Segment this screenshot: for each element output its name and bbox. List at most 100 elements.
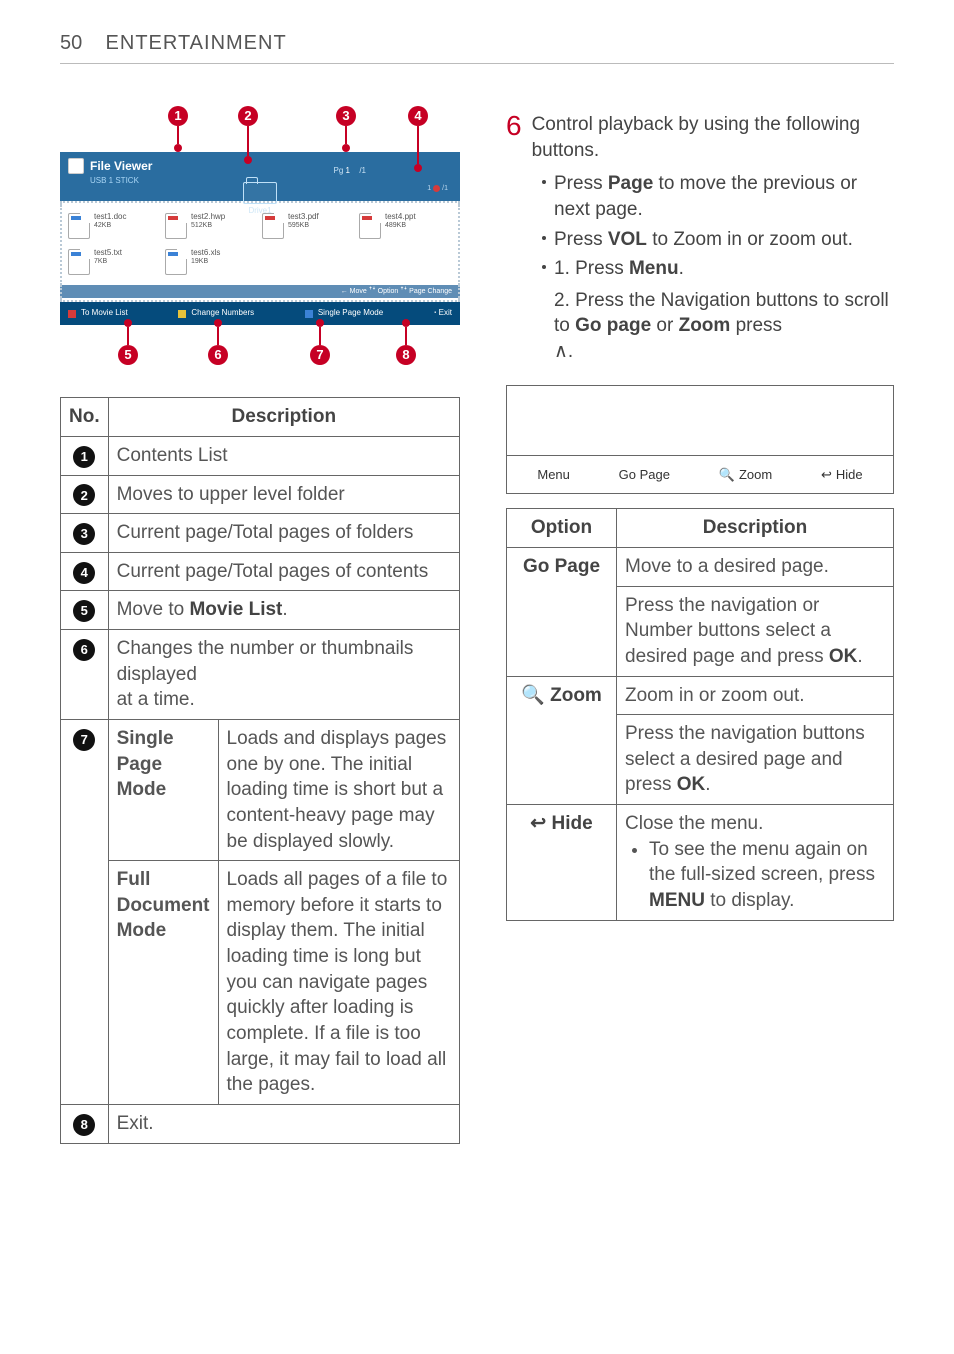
file-text: test1.doc42KB [94, 213, 126, 229]
mode-name: Full Document Mode [108, 861, 218, 1105]
fv-footer-change-numbers[interactable]: Change Numbers [178, 308, 254, 319]
blue-swatch-icon [305, 310, 313, 318]
file-text: test2.hwp512KB [191, 213, 225, 229]
step-text: Control playback by using the following … [532, 112, 894, 163]
num-badge-icon: 4 [73, 562, 95, 584]
bullet-page: Press Page to move the previous or next … [542, 171, 894, 222]
bullet-icon [542, 180, 546, 184]
opt-desc: Close the menu. To see the menu again on… [617, 805, 894, 921]
page-header: 50 ENTERTAINMENT [60, 30, 894, 64]
menu-item-zoom[interactable]: 🔍 Zoom [719, 466, 772, 484]
callout-dot: 8 [396, 345, 416, 365]
menu-item-menu[interactable]: Menu [537, 466, 570, 484]
up-arrow-icon: ∧ [554, 339, 568, 365]
file-item[interactable]: test6.xls19KB [165, 249, 258, 275]
num-badge-icon: 6 [73, 639, 95, 661]
opt-zoom: 🔍 Zoom [507, 676, 617, 805]
callout-2: 2 [238, 106, 258, 164]
legend-head-desc: Description [108, 398, 459, 437]
fv-file-grid: test1.doc42KB test2.hwp512KB test3.pdf595K… [60, 205, 460, 285]
file-text: test5.txt7KB [94, 249, 122, 265]
bullet-icon [542, 265, 546, 269]
page-number: 50 [60, 32, 82, 54]
menu-item-go-page[interactable]: Go Page [619, 466, 670, 484]
legend-row-text: Changes the number or thumbnails display… [108, 630, 459, 720]
file-icon [68, 213, 90, 239]
legend-row-text: Exit. [108, 1104, 459, 1143]
legend-row-text: Current page/Total pages of folders [108, 514, 459, 553]
file-icon [165, 213, 187, 239]
num-badge-icon: 3 [73, 523, 95, 545]
file-item[interactable]: test3.pdf595KB [262, 213, 355, 239]
fv-pager: ← Move ꜛꜜ Option ꜛꜜ Page Change [60, 285, 460, 298]
file-item[interactable]: test4.ppt489KB [359, 213, 452, 239]
fv-footer-exit[interactable]: ꞏ Exit [434, 308, 452, 319]
file-icon [359, 213, 381, 239]
callout-5: 5 [118, 319, 138, 365]
legend-row-text: Moves to upper level folder [108, 475, 459, 514]
callout-6: 6 [208, 319, 228, 365]
num-badge-icon: 7 [73, 729, 95, 751]
file-icon [165, 249, 187, 275]
callout-1: 1 [168, 106, 188, 152]
step-6: 6 Control playback by using the followin… [506, 112, 894, 163]
opt-desc: Move to a desired page. [617, 547, 894, 586]
fv-header: File Viewer USB 1 STICK Drive1 Pg 1 /1 1… [60, 152, 460, 201]
callout-dot: 4 [408, 106, 428, 126]
file-item[interactable]: test1.doc42KB [68, 213, 161, 239]
opt-desc: Press the navigation buttons select a de… [617, 715, 894, 805]
menu-bar-screenshot: Menu Go Page 🔍 Zoom ↩ Hide [506, 385, 894, 495]
legend-row-text: Contents List [108, 436, 459, 475]
legend-head-no: No. [61, 398, 109, 437]
callout-dot: 5 [118, 345, 138, 365]
folder-icon [243, 182, 277, 204]
zoom-icon: 🔍 [719, 466, 735, 484]
yellow-swatch-icon [178, 310, 186, 318]
hide-icon: ↩ [821, 466, 832, 484]
file-item[interactable]: test2.hwp512KB [165, 213, 258, 239]
file-text: test4.ppt489KB [385, 213, 416, 229]
callout-dot: 1 [168, 106, 188, 126]
red-swatch-icon [68, 310, 76, 318]
bullet-menu: 1. Press Menu. 2. Press the Navigation b… [542, 256, 894, 371]
callout-dot: 2 [238, 106, 258, 126]
file-icon [262, 213, 284, 239]
num-badge-icon: 1 [73, 446, 95, 468]
bullet-vol: Press VOL to Zoom in or zoom out. [542, 227, 894, 253]
fv-title: File Viewer [90, 158, 152, 174]
opt-desc: Press the navigation or Number buttons s… [617, 586, 894, 676]
mode-desc: Loads all pages of a file to memory befo… [218, 861, 460, 1105]
zoom-icon: 🔍 [521, 685, 545, 706]
num-badge-icon: 2 [73, 484, 95, 506]
file-text: test6.xls19KB [191, 249, 220, 265]
file-icon [68, 249, 90, 275]
mode-name: Single Page Mode [108, 719, 218, 860]
section-title: ENTERTAINMENT [106, 32, 287, 54]
step-number: 6 [506, 112, 522, 163]
fv-pg-indicator: 1/1 [427, 184, 448, 193]
callout-4: 4 [408, 106, 428, 172]
num-badge-icon: 5 [73, 600, 95, 622]
options-table: Option Description Go Page Move to a des… [506, 508, 894, 920]
mode-desc: Loads and displays pages one by one. The… [218, 719, 460, 860]
callout-dot: 3 [336, 106, 356, 126]
legend-table: No. Description 1 Contents List 2 Moves to … [60, 397, 460, 1143]
fv-drive[interactable]: Drive1 [243, 182, 277, 217]
menu-item-hide[interactable]: ↩ Hide [821, 466, 863, 484]
callout-7: 7 [310, 319, 330, 365]
file-viewer-screenshot: 1 2 3 4 File Viewer USB 1 STICK Dr [60, 112, 460, 371]
file-viewer-icon [68, 158, 84, 174]
file-text: test3.pdf595KB [288, 213, 319, 229]
opt-hide: ↩ Hide [507, 805, 617, 921]
fv-pg-left: Pg 1 [334, 166, 350, 177]
bullet-icon [542, 236, 546, 240]
callout-3: 3 [336, 106, 356, 152]
num-badge-icon: 8 [73, 1114, 95, 1136]
opt-go-page: Go Page [507, 547, 617, 676]
fv-footer-single-page-mode[interactable]: Single Page Mode [305, 308, 383, 319]
opt-head-left: Option [507, 509, 617, 548]
hide-icon: ↩ [530, 813, 546, 834]
file-item[interactable]: test5.txt7KB [68, 249, 161, 275]
fv-footer-movie-list[interactable]: To Movie List [68, 308, 128, 319]
callout-dot: 6 [208, 345, 228, 365]
